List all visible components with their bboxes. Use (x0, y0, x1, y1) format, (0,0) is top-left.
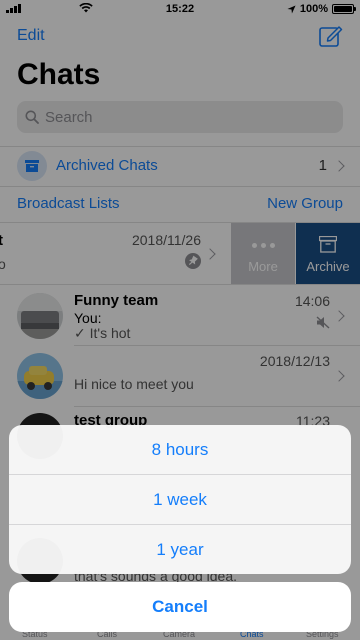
option-8-hours[interactable]: 8 hours (9, 425, 351, 474)
cancel-button[interactable]: Cancel (9, 582, 351, 632)
chats-screen: 15:22 100% Edit Chats Search Archived Ch… (0, 0, 360, 640)
mute-duration-action-sheet: 8 hours 1 week 1 year (9, 425, 351, 574)
option-1-year[interactable]: 1 year (9, 525, 351, 574)
option-1-week[interactable]: 1 week (9, 475, 351, 524)
